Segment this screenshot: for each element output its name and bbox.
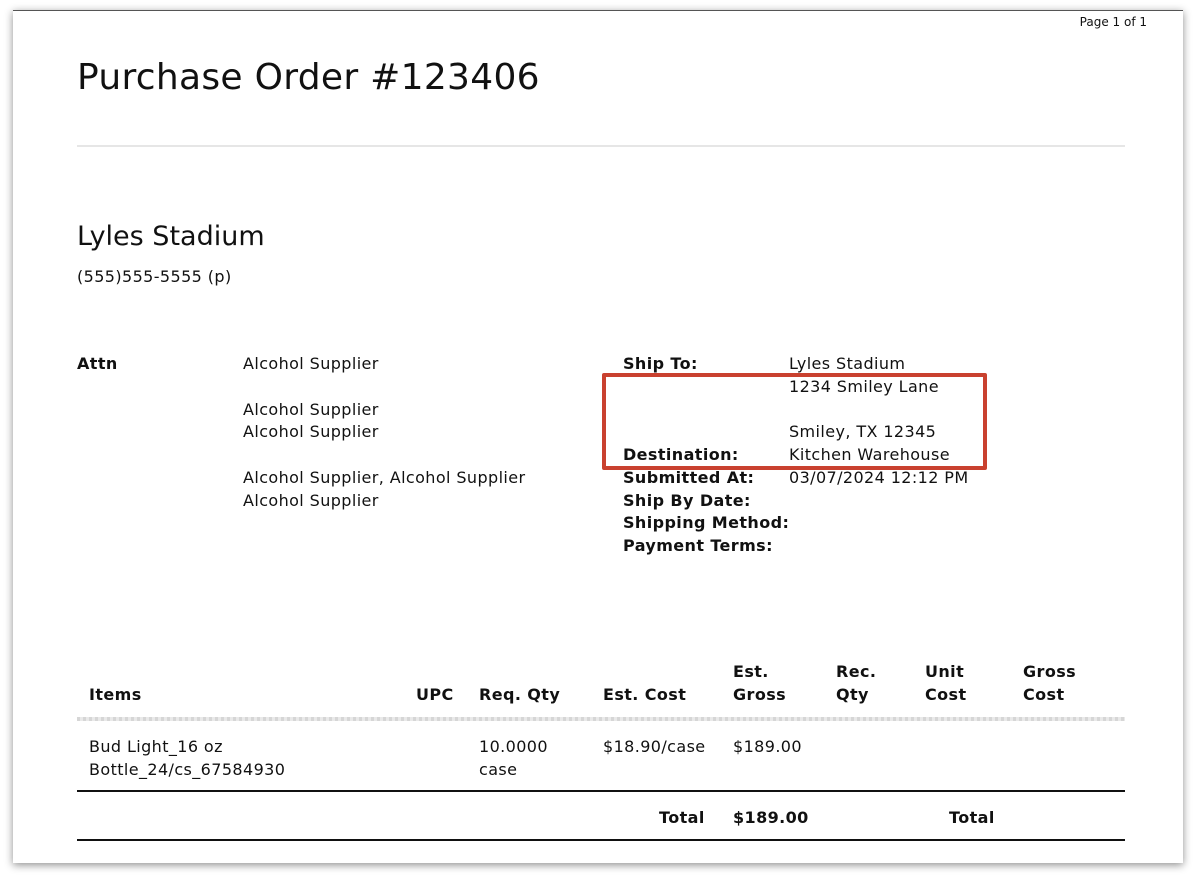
table-header-rule (77, 717, 1125, 721)
item-req-qty-line1: 10.0000 (479, 737, 548, 756)
item-est-gross: $189.00 (733, 737, 802, 756)
attn-line-1: Alcohol Supplier (243, 354, 379, 373)
attn-line-3: Alcohol Supplier (243, 422, 379, 441)
ship-to-label: Ship To: (623, 354, 698, 373)
item-req-qty-line2: case (479, 760, 518, 779)
col-header-unit-cost-line1: Unit (925, 662, 965, 681)
col-header-gross-cost-line2: Cost (1023, 685, 1065, 704)
title-divider (77, 145, 1125, 147)
document-page: Page 1 of 1 Purchase Order #123406 Lyles… (13, 10, 1183, 863)
table-row-item: Bud Light_16 oz Bottle_24/cs_67584930 (89, 735, 285, 781)
total-label-secondary: Total (949, 808, 995, 827)
attn-label: Attn (77, 354, 118, 373)
payment-terms-label: Payment Terms: (623, 536, 773, 555)
submitted-at-label: Submitted At: (623, 468, 755, 487)
table-row-rule (77, 790, 1125, 792)
company-phone: (555)555-5555 (p) (77, 267, 232, 286)
col-header-upc: UPC (416, 685, 454, 704)
col-header-rec-qty-line1: Rec. (836, 662, 877, 681)
col-header-unit-cost: Unit Cost (925, 660, 967, 706)
ship-by-date-label: Ship By Date: (623, 491, 751, 510)
total-label: Total (659, 808, 705, 827)
col-header-rec-qty: Rec. Qty (836, 660, 876, 706)
attn-line-5: Alcohol Supplier (243, 491, 379, 510)
page-title: Purchase Order #123406 (77, 57, 540, 98)
address-highlight-box (602, 373, 987, 470)
item-name-line1: Bud Light_16 oz (89, 737, 223, 756)
attn-line-4: Alcohol Supplier, Alcohol Supplier (243, 468, 526, 487)
total-value: $189.00 (733, 808, 809, 827)
col-header-est-gross-line2: Gross (733, 685, 787, 704)
col-header-gross-cost: Gross Cost (1023, 660, 1076, 706)
col-header-rec-qty-line2: Qty (836, 685, 869, 704)
table-bottom-rule (77, 839, 1125, 841)
submitted-at-value: 03/07/2024 12:12 PM (789, 468, 969, 487)
col-header-gross-cost-line1: Gross (1023, 662, 1077, 681)
item-est-cost: $18.90/case (603, 737, 706, 756)
col-header-req-qty: Req. Qty (479, 685, 561, 704)
item-name-line2: Bottle_24/cs_67584930 (89, 760, 286, 779)
company-name: Lyles Stadium (77, 221, 265, 252)
page-indicator: Page 1 of 1 (1079, 15, 1147, 29)
col-header-unit-cost-line2: Cost (925, 685, 967, 704)
ship-to-name: Lyles Stadium (789, 354, 906, 373)
item-req-qty: 10.0000 case (479, 735, 548, 781)
shipping-method-label: Shipping Method: (623, 513, 790, 532)
attn-line-2: Alcohol Supplier (243, 400, 379, 419)
col-header-items: Items (89, 685, 142, 704)
col-header-est-gross: Est. Gross (733, 660, 786, 706)
col-header-est-cost: Est. Cost (603, 685, 687, 704)
col-header-est-gross-line1: Est. (733, 662, 769, 681)
